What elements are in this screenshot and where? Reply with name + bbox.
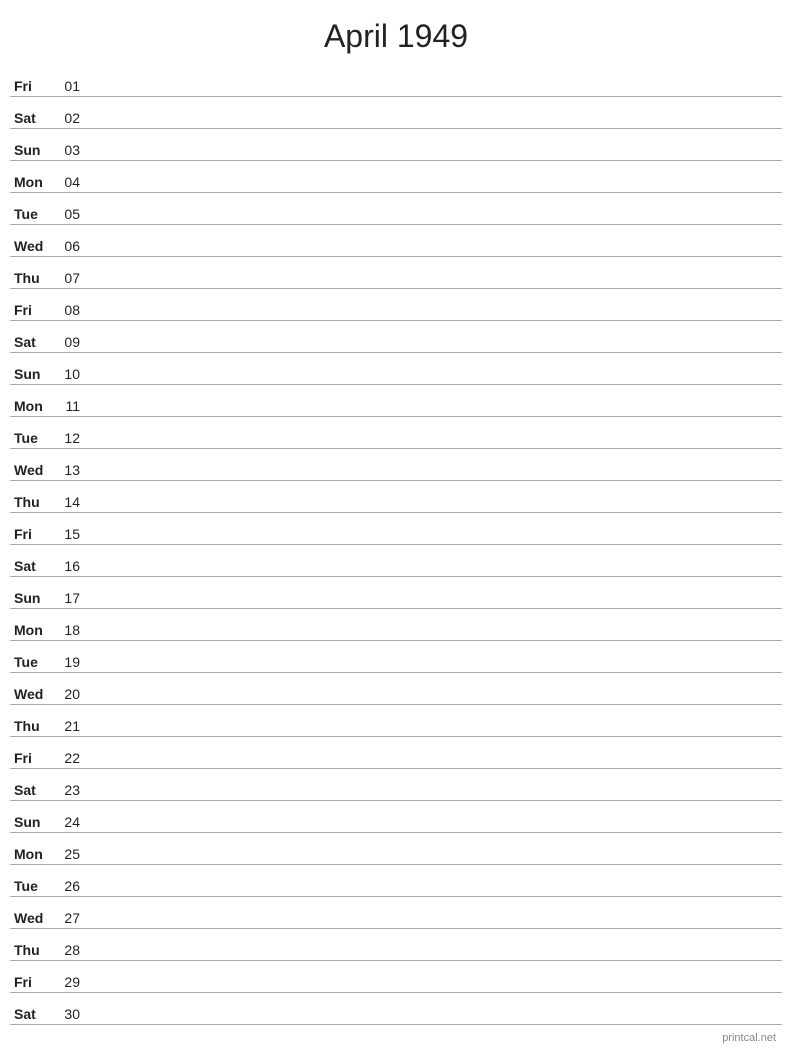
- day-name: Mon: [10, 398, 58, 414]
- day-row: Thu14: [10, 481, 782, 513]
- day-row: Sat30: [10, 993, 782, 1025]
- day-row: Sun17: [10, 577, 782, 609]
- day-row: Sat23: [10, 769, 782, 801]
- day-name: Thu: [10, 494, 58, 510]
- day-number: 12: [58, 430, 88, 446]
- day-number: 29: [58, 974, 88, 990]
- day-number: 06: [58, 238, 88, 254]
- day-number: 07: [58, 270, 88, 286]
- day-number: 01: [58, 78, 88, 94]
- day-number: 08: [58, 302, 88, 318]
- day-name: Sun: [10, 814, 58, 830]
- day-row: Fri22: [10, 737, 782, 769]
- day-name: Mon: [10, 622, 58, 638]
- day-number: 25: [58, 846, 88, 862]
- day-number: 24: [58, 814, 88, 830]
- day-name: Sat: [10, 110, 58, 126]
- day-number: 11: [58, 398, 88, 414]
- day-row: Mon04: [10, 161, 782, 193]
- day-number: 21: [58, 718, 88, 734]
- day-number: 09: [58, 334, 88, 350]
- day-row: Thu28: [10, 929, 782, 961]
- calendar-container: Fri01Sat02Sun03Mon04Tue05Wed06Thu07Fri08…: [0, 65, 792, 1025]
- day-name: Wed: [10, 238, 58, 254]
- day-name: Tue: [10, 206, 58, 222]
- day-row: Mon18: [10, 609, 782, 641]
- day-name: Mon: [10, 174, 58, 190]
- day-name: Wed: [10, 462, 58, 478]
- day-row: Fri01: [10, 65, 782, 97]
- day-row: Fri08: [10, 289, 782, 321]
- day-number: 05: [58, 206, 88, 222]
- day-row: Mon25: [10, 833, 782, 865]
- day-name: Wed: [10, 910, 58, 926]
- day-number: 13: [58, 462, 88, 478]
- day-name: Thu: [10, 942, 58, 958]
- day-number: 15: [58, 526, 88, 542]
- day-number: 23: [58, 782, 88, 798]
- day-row: Tue12: [10, 417, 782, 449]
- day-name: Sun: [10, 590, 58, 606]
- day-number: 04: [58, 174, 88, 190]
- day-name: Thu: [10, 270, 58, 286]
- day-name: Mon: [10, 846, 58, 862]
- day-row: Fri15: [10, 513, 782, 545]
- day-row: Sun10: [10, 353, 782, 385]
- day-row: Sat02: [10, 97, 782, 129]
- day-number: 02: [58, 110, 88, 126]
- page-title: April 1949: [0, 0, 792, 65]
- day-row: Wed20: [10, 673, 782, 705]
- day-number: 30: [58, 1006, 88, 1022]
- day-name: Sat: [10, 1006, 58, 1022]
- day-number: 14: [58, 494, 88, 510]
- day-row: Sat16: [10, 545, 782, 577]
- day-row: Tue19: [10, 641, 782, 673]
- day-name: Wed: [10, 686, 58, 702]
- day-row: Tue05: [10, 193, 782, 225]
- day-name: Fri: [10, 78, 58, 94]
- day-name: Thu: [10, 718, 58, 734]
- day-name: Tue: [10, 654, 58, 670]
- day-row: Thu21: [10, 705, 782, 737]
- day-number: 10: [58, 366, 88, 382]
- day-name: Tue: [10, 430, 58, 446]
- day-name: Fri: [10, 974, 58, 990]
- day-name: Sun: [10, 366, 58, 382]
- day-row: Thu07: [10, 257, 782, 289]
- day-number: 16: [58, 558, 88, 574]
- day-row: Sat09: [10, 321, 782, 353]
- day-name: Fri: [10, 526, 58, 542]
- day-name: Sat: [10, 558, 58, 574]
- day-row: Fri29: [10, 961, 782, 993]
- footer-credit: printcal.net: [722, 1032, 776, 1044]
- day-row: Tue26: [10, 865, 782, 897]
- day-row: Sun24: [10, 801, 782, 833]
- day-row: Wed13: [10, 449, 782, 481]
- day-number: 28: [58, 942, 88, 958]
- day-number: 03: [58, 142, 88, 158]
- day-name: Fri: [10, 750, 58, 766]
- day-row: Wed27: [10, 897, 782, 929]
- day-number: 27: [58, 910, 88, 926]
- day-row: Sun03: [10, 129, 782, 161]
- day-name: Tue: [10, 878, 58, 894]
- day-number: 18: [58, 622, 88, 638]
- day-name: Sat: [10, 782, 58, 798]
- day-row: Wed06: [10, 225, 782, 257]
- day-number: 20: [58, 686, 88, 702]
- day-row: Mon11: [10, 385, 782, 417]
- day-number: 17: [58, 590, 88, 606]
- day-name: Sat: [10, 334, 58, 350]
- day-number: 22: [58, 750, 88, 766]
- day-number: 26: [58, 878, 88, 894]
- day-number: 19: [58, 654, 88, 670]
- day-name: Fri: [10, 302, 58, 318]
- day-name: Sun: [10, 142, 58, 158]
